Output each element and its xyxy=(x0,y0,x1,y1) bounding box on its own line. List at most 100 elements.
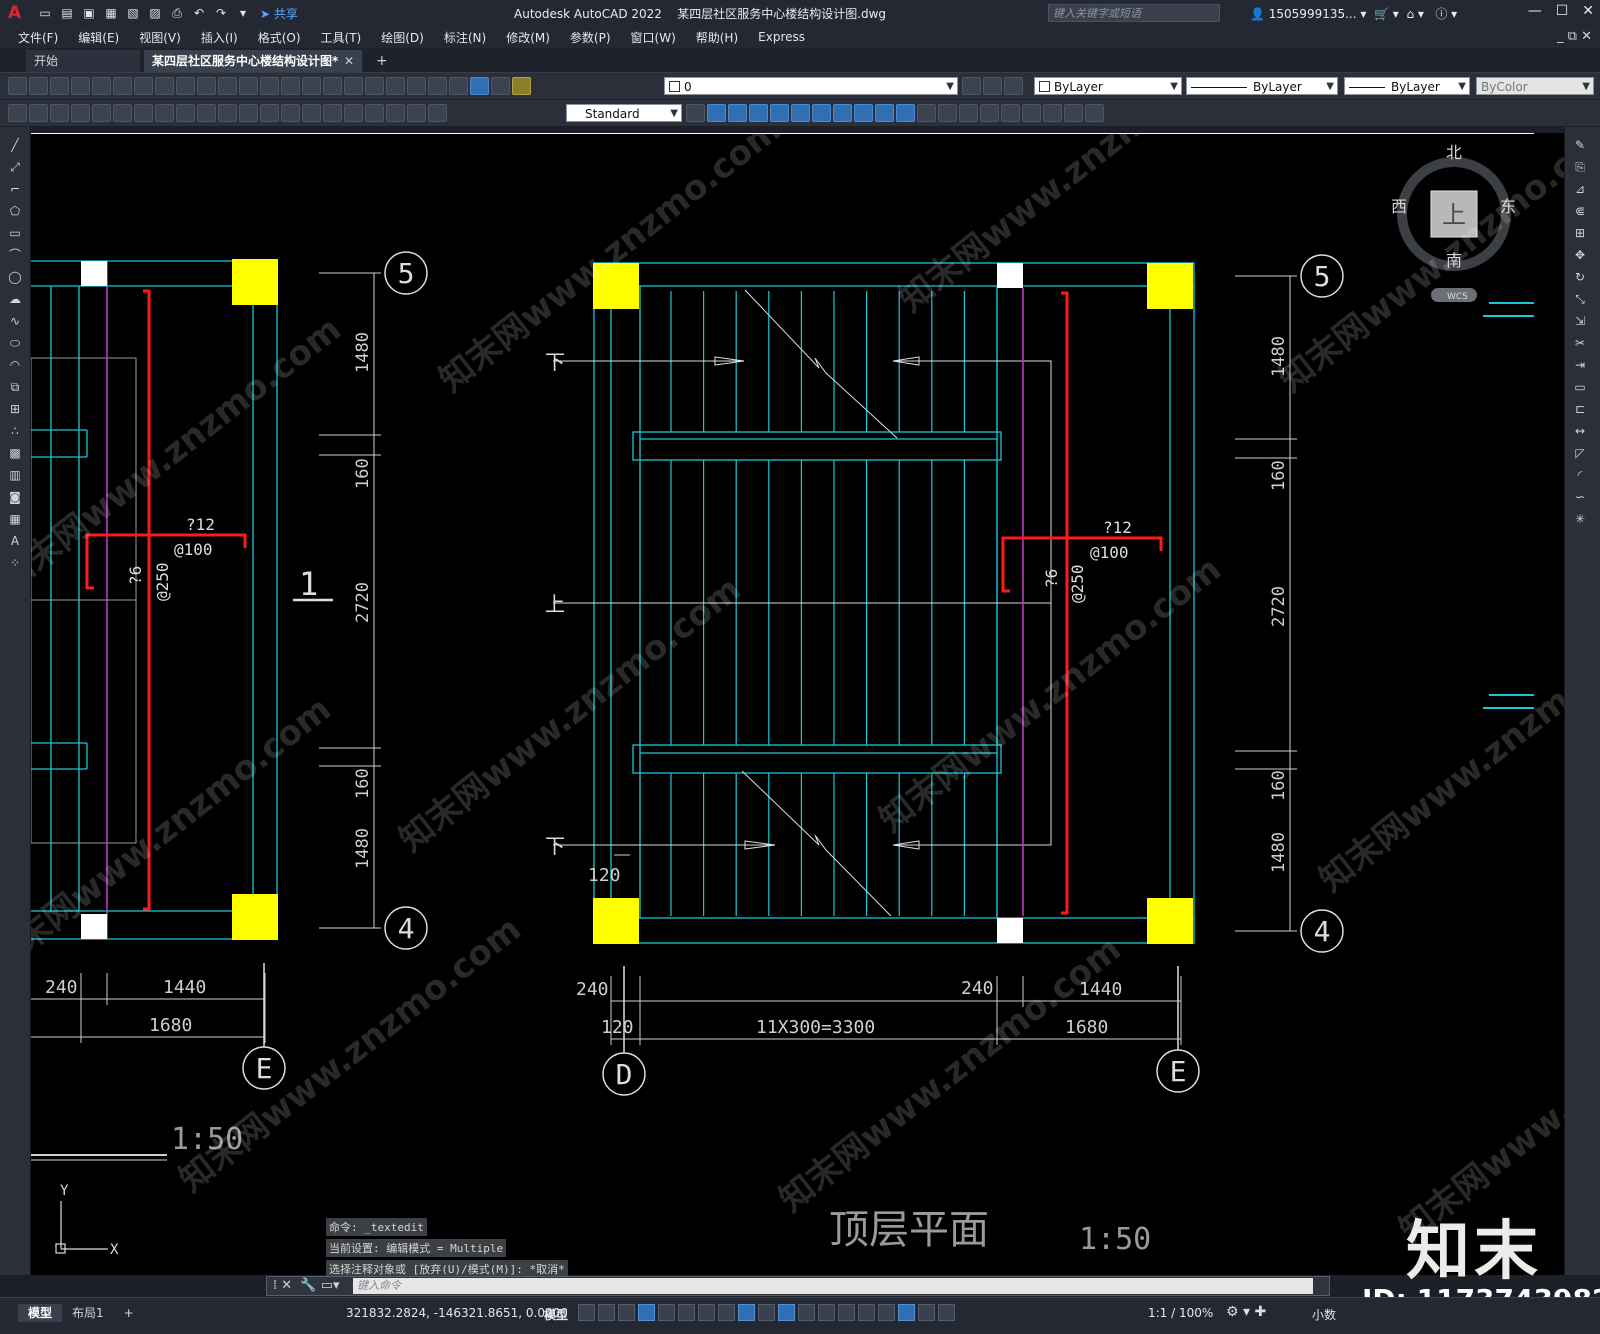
table-icon[interactable]: ▦ xyxy=(6,511,24,527)
annotation-visibility-icon[interactable] xyxy=(898,1304,915,1321)
transparency-icon[interactable] xyxy=(778,1304,795,1321)
menu-tools[interactable]: 工具(T) xyxy=(311,29,372,46)
new-icon[interactable] xyxy=(8,77,27,95)
ellipse-icon[interactable]: ⬭ xyxy=(6,335,24,351)
layer-match-icon[interactable] xyxy=(1004,77,1023,95)
viewcube-north[interactable]: 北 xyxy=(1446,143,1462,162)
dim-jogged-icon[interactable] xyxy=(134,104,153,122)
cut-icon[interactable] xyxy=(134,77,153,95)
tab-layout1[interactable]: 布局1 xyxy=(62,1304,114,1322)
isodraft-icon[interactable] xyxy=(698,1304,715,1321)
menu-help[interactable]: 帮助(H) xyxy=(686,29,748,46)
dim-radius-icon[interactable] xyxy=(113,104,132,122)
tool-palettes-icon[interactable] xyxy=(386,77,405,95)
add-layout-button[interactable]: + xyxy=(114,1304,144,1322)
layer-previous-icon[interactable] xyxy=(983,77,1002,95)
insert-block-icon[interactable]: ⧉ xyxy=(6,379,24,395)
rectangle-icon[interactable]: ▭ xyxy=(6,225,24,241)
restore-button[interactable]: ☐ xyxy=(1556,3,1569,19)
tab-model[interactable]: 模型 xyxy=(18,1304,63,1322)
spline-icon[interactable]: ∿ xyxy=(6,313,24,329)
mtext-icon[interactable]: A xyxy=(6,533,24,549)
blend-icon[interactable]: ∽ xyxy=(1571,489,1589,505)
open-file-icon[interactable]: ▤ xyxy=(58,5,76,21)
layer-properties-icon[interactable] xyxy=(491,77,510,95)
hatch-icon[interactable]: ▩ xyxy=(6,445,24,461)
menu-modify[interactable]: 修改(M) xyxy=(496,29,560,46)
zoom-realtime-icon[interactable] xyxy=(281,77,300,95)
save-icon[interactable]: ▣ xyxy=(80,5,98,21)
view-back-icon[interactable] xyxy=(812,104,831,122)
revcloud-icon[interactable]: ☁ xyxy=(6,291,24,307)
visual-style-conceptual-icon[interactable] xyxy=(980,104,999,122)
help-icon[interactable] xyxy=(470,77,489,95)
qat-dropdown-icon[interactable]: ▾ xyxy=(234,5,252,21)
redo-icon[interactable]: ↷ xyxy=(212,5,230,21)
polar-icon[interactable] xyxy=(678,1304,695,1321)
dim-update-icon[interactable] xyxy=(428,104,447,122)
color-select[interactable]: ByLayer ▼ xyxy=(1034,77,1182,95)
tab-start[interactable]: 开始 xyxy=(26,50,140,72)
dim-linear-icon[interactable] xyxy=(29,104,48,122)
trim-icon[interactable]: ✂ xyxy=(1571,335,1589,351)
linetype-select[interactable]: ByLayer ▼ xyxy=(1186,77,1338,95)
menu-draw[interactable]: 绘图(D) xyxy=(371,29,434,46)
menu-parametric[interactable]: 参数(P) xyxy=(560,29,621,46)
plotstyle-select[interactable]: ByColor ▼ xyxy=(1476,77,1594,95)
calculator-icon[interactable] xyxy=(449,77,468,95)
fillet-icon[interactable]: ◜ xyxy=(1571,467,1589,483)
view-nw-icon[interactable] xyxy=(896,104,915,122)
print-icon[interactable]: ⎙ xyxy=(168,5,186,21)
grid-icon[interactable] xyxy=(578,1304,595,1321)
stretch-icon[interactable]: ⇲ xyxy=(1571,313,1589,329)
jogged-linear-icon[interactable] xyxy=(365,104,384,122)
visual-style-realistic-icon[interactable] xyxy=(959,104,978,122)
search-input[interactable]: 键入关键字或短语 xyxy=(1048,4,1220,22)
autocad-logo[interactable]: A xyxy=(8,3,30,23)
doc-window-controls[interactable]: _ ⧉ ✕ xyxy=(1557,29,1592,44)
dim-baseline-icon[interactable] xyxy=(218,104,237,122)
close-button[interactable]: ✕ xyxy=(1582,3,1594,19)
gradient-icon[interactable]: ▥ xyxy=(6,467,24,483)
minimize-button[interactable]: — xyxy=(1528,3,1542,19)
dynamic-input-icon[interactable] xyxy=(638,1304,655,1321)
command-input[interactable]: 键入命令 xyxy=(353,1278,1313,1294)
properties-icon[interactable] xyxy=(344,77,363,95)
annotation-scale-icon[interactable] xyxy=(938,1304,955,1321)
infer-icon[interactable] xyxy=(618,1304,635,1321)
sheet-set-icon[interactable] xyxy=(407,77,426,95)
selection-filter-icon[interactable] xyxy=(858,1304,875,1321)
tolerance-icon[interactable] xyxy=(302,104,321,122)
extend-icon[interactable]: ⇥ xyxy=(1571,357,1589,373)
undo-icon[interactable]: ↶ xyxy=(190,5,208,21)
polyline-icon[interactable]: ⌐ xyxy=(6,181,24,197)
model-space-toggle[interactable]: 模型 xyxy=(544,1306,568,1323)
menu-express[interactable]: Express xyxy=(748,30,815,44)
markup-icon[interactable] xyxy=(428,77,447,95)
join-icon[interactable]: ⊏ xyxy=(1571,401,1589,417)
publish-icon[interactable]: ▧ xyxy=(124,5,142,21)
units-display[interactable]: 小数 xyxy=(1312,1306,1336,1323)
publish-icon[interactable] xyxy=(113,77,132,95)
ucs-icon[interactable] xyxy=(1001,104,1020,122)
inspect-icon[interactable] xyxy=(344,104,363,122)
menu-window[interactable]: 窗口(W) xyxy=(621,29,686,46)
plot-icon[interactable]: ▨ xyxy=(146,5,164,21)
view-top-icon[interactable] xyxy=(707,104,726,122)
dim-diameter-icon[interactable] xyxy=(155,104,174,122)
layer-select[interactable]: 0 ▼ xyxy=(664,77,958,95)
redo-icon[interactable] xyxy=(239,77,258,95)
menu-format[interactable]: 格式(O) xyxy=(248,29,311,46)
selection-cycling-icon[interactable] xyxy=(798,1304,815,1321)
dim-space-icon[interactable] xyxy=(260,104,279,122)
line-icon[interactable]: ╱ xyxy=(6,137,24,153)
visual-style-2d-icon[interactable] xyxy=(917,104,936,122)
object-snap-icon[interactable] xyxy=(738,1304,755,1321)
make-current-icon[interactable] xyxy=(962,77,981,95)
dim-angular-icon[interactable] xyxy=(176,104,195,122)
close-tab-icon[interactable]: ✕ xyxy=(344,50,354,72)
visual-style-3d-icon[interactable] xyxy=(938,104,957,122)
drawing-canvas[interactable]: ?12 @100 ?6 @250 1 1480 160 2720 160 148… xyxy=(31,133,1564,1275)
design-center-icon[interactable] xyxy=(365,77,384,95)
dim-continue-icon[interactable] xyxy=(239,104,258,122)
